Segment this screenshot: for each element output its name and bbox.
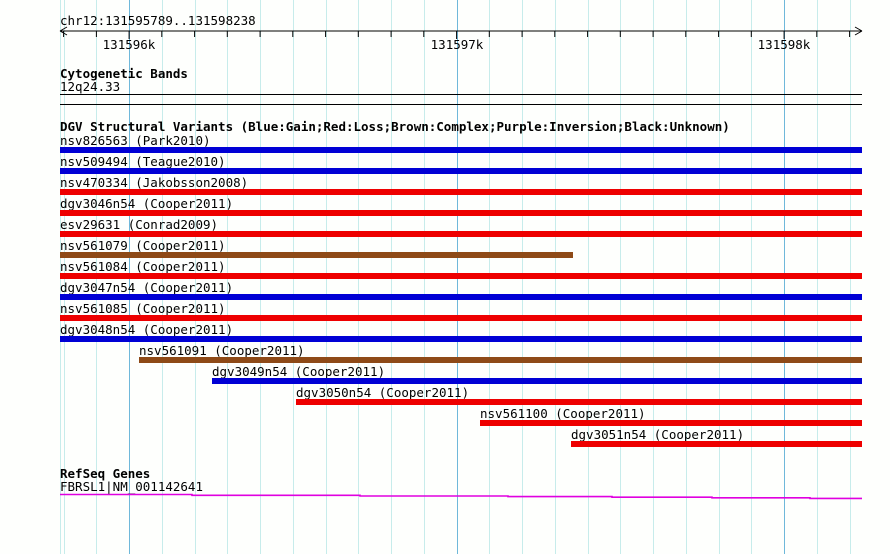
variant-bar[interactable] (60, 147, 862, 153)
variant-label[interactable]: dgv3048n54 (Cooper2011) (60, 323, 233, 336)
ruler-tick-label: 131596k (102, 37, 156, 52)
genome-browser-panel: chr12:131595789..131598238 131596k 131597… (0, 0, 890, 554)
variant-label[interactable]: nsv561079 (Cooper2011) (60, 239, 226, 252)
variant-bar[interactable] (212, 378, 862, 384)
variant-bar[interactable] (296, 399, 862, 405)
variant-bar[interactable] (60, 294, 862, 300)
variant-label[interactable]: nsv561091 (Cooper2011) (139, 344, 305, 357)
variant-label[interactable]: dgv3047n54 (Cooper2011) (60, 281, 233, 294)
variant-label[interactable]: nsv509494 (Teague2010) (60, 155, 226, 168)
variant-label[interactable]: dgv3051n54 (Cooper2011) (571, 428, 744, 441)
variant-label[interactable]: nsv826563 (Park2010) (60, 134, 211, 147)
variant-bar[interactable] (60, 273, 862, 279)
variant-bar[interactable] (60, 231, 862, 237)
variant-label[interactable]: esv29631 (Conrad2009) (60, 218, 218, 231)
ruler-tick-label: 131598k (757, 37, 811, 52)
dgv-heading: DGV Structural Variants (Blue:Gain;Red:L… (60, 119, 730, 134)
refseq-gene-label[interactable]: FBRSL1|NM_001142641 (60, 480, 203, 493)
variant-bar[interactable] (60, 210, 862, 216)
variant-bar[interactable] (60, 336, 862, 342)
variant-bar[interactable] (571, 441, 862, 447)
variant-label[interactable]: dgv3046n54 (Cooper2011) (60, 197, 233, 210)
variant-label[interactable]: dgv3049n54 (Cooper2011) (212, 365, 385, 378)
variant-bar[interactable] (139, 357, 862, 363)
variant-bar[interactable] (60, 315, 862, 321)
variant-bar[interactable] (60, 189, 862, 195)
variant-label[interactable]: nsv561085 (Cooper2011) (60, 302, 226, 315)
variant-bar[interactable] (60, 252, 573, 258)
variant-bar[interactable] (480, 420, 862, 426)
variant-label[interactable]: dgv3050n54 (Cooper2011) (296, 386, 469, 399)
cytoband-label: 12q24.33 (60, 79, 121, 94)
variant-label[interactable]: nsv561100 (Cooper2011) (480, 407, 646, 420)
variant-label[interactable]: nsv470334 (Jakobsson2008) (60, 176, 248, 189)
variant-label[interactable]: nsv561084 (Cooper2011) (60, 260, 226, 273)
cytoband-bar[interactable] (60, 94, 862, 105)
ruler-tick-label: 131597k (430, 37, 484, 52)
variant-bar[interactable] (60, 168, 862, 174)
